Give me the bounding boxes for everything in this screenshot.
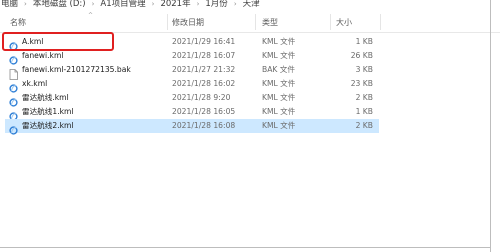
column-header-size[interactable]: 大小 [336,17,352,28]
breadcrumb-item[interactable]: 本地磁盘 (D:) [32,0,87,8]
file-row[interactable]: 雷达航线.kml 2021/1/28 9:20 KML 文件 2 KB [5,91,379,107]
window-border [0,247,491,248]
file-name: 雷达航线1.kml [22,107,74,116]
file-modified-date: 2021/1/28 16:07 [172,51,236,60]
file-type: KML 文件 [262,79,296,88]
column-divider[interactable] [380,14,381,30]
file-modified-date: 2021/1/28 9:20 [172,93,231,102]
file-size: 23 KB [350,79,373,88]
breadcrumb-item[interactable]: A1项目管理 [99,0,146,8]
column-divider[interactable] [167,14,168,30]
kml-file-icon [9,107,18,121]
file-name: 雷达航线.kml [22,93,69,102]
file-size: 1 KB [355,107,373,116]
column-header-name[interactable]: 名称 [10,17,26,28]
file-type: KML 文件 [262,93,296,102]
kml-file-icon [9,93,18,107]
blank-file-icon [9,65,18,80]
file-name: xk.kml [22,79,48,88]
file-modified-date: 2021/1/28 16:02 [172,79,236,88]
column-header-modified[interactable]: 修改日期 [172,17,204,28]
address-breadcrumb[interactable]: 电脑 › 本地磁盘 (D:) › A1项目管理 › 2021年 › 1月份 › 天津 [0,0,500,11]
file-size: 26 KB [350,51,373,60]
column-divider[interactable] [255,14,256,30]
breadcrumb-item[interactable]: 天津 [242,0,261,8]
file-row[interactable]: xk.kml 2021/1/28 16:02 KML 文件 23 KB [5,77,379,93]
file-type: BAK 文件 [262,65,295,74]
file-name: fanewi.kml-2101272135.bak [22,65,131,74]
chevron-right-icon: › [233,0,237,8]
chevron-right-icon: › [24,0,27,8]
file-row[interactable]: fanewi.kml-2101272135.bak 2021/1/27 21:32… [5,63,379,80]
file-type: KML 文件 [262,51,296,60]
kml-file-icon [9,51,18,65]
file-row[interactable]: fanewi.kml 2021/1/28 16:07 KML 文件 26 KB [5,49,379,65]
kml-file-icon [9,79,18,93]
column-header-row: ^ 名称 修改日期 类型 大小 [0,12,500,33]
breadcrumb-item[interactable]: 1月份 [204,0,228,8]
breadcrumb-item[interactable]: 2021年 [159,0,191,8]
column-divider[interactable] [330,14,331,30]
file-type: KML 文件 [262,121,296,130]
file-modified-date: 2021/1/29 16:41 [172,37,236,46]
file-row[interactable]: 雷达航线1.kml 2021/1/28 16:05 KML 文件 1 KB [5,105,379,121]
breadcrumb-item[interactable]: 电脑 [0,0,19,8]
chevron-right-icon: › [91,0,95,8]
file-type: KML 文件 [262,37,296,46]
file-name: 雷达航线2.kml [22,121,74,130]
file-size: 2 KB [355,121,373,130]
chevron-right-icon: › [151,0,155,8]
chevron-right-icon: › [196,0,200,8]
file-modified-date: 2021/1/28 16:08 [172,121,236,130]
sort-up-icon: ^ [88,12,94,19]
window-border [490,0,491,252]
annotation-highlight [2,32,114,51]
file-row[interactable]: 雷达航线2.kml 2021/1/28 16:08 KML 文件 2 KB [5,119,379,135]
kml-file-icon [9,121,18,135]
file-modified-date: 2021/1/27 21:32 [172,65,236,74]
column-header-type[interactable]: 类型 [262,17,278,28]
file-size: 3 KB [355,65,373,74]
file-name: fanewi.kml [22,51,64,60]
file-modified-date: 2021/1/28 16:05 [172,107,236,116]
file-type: KML 文件 [262,107,296,116]
file-size: 2 KB [355,93,373,102]
file-size: 1 KB [355,37,373,46]
